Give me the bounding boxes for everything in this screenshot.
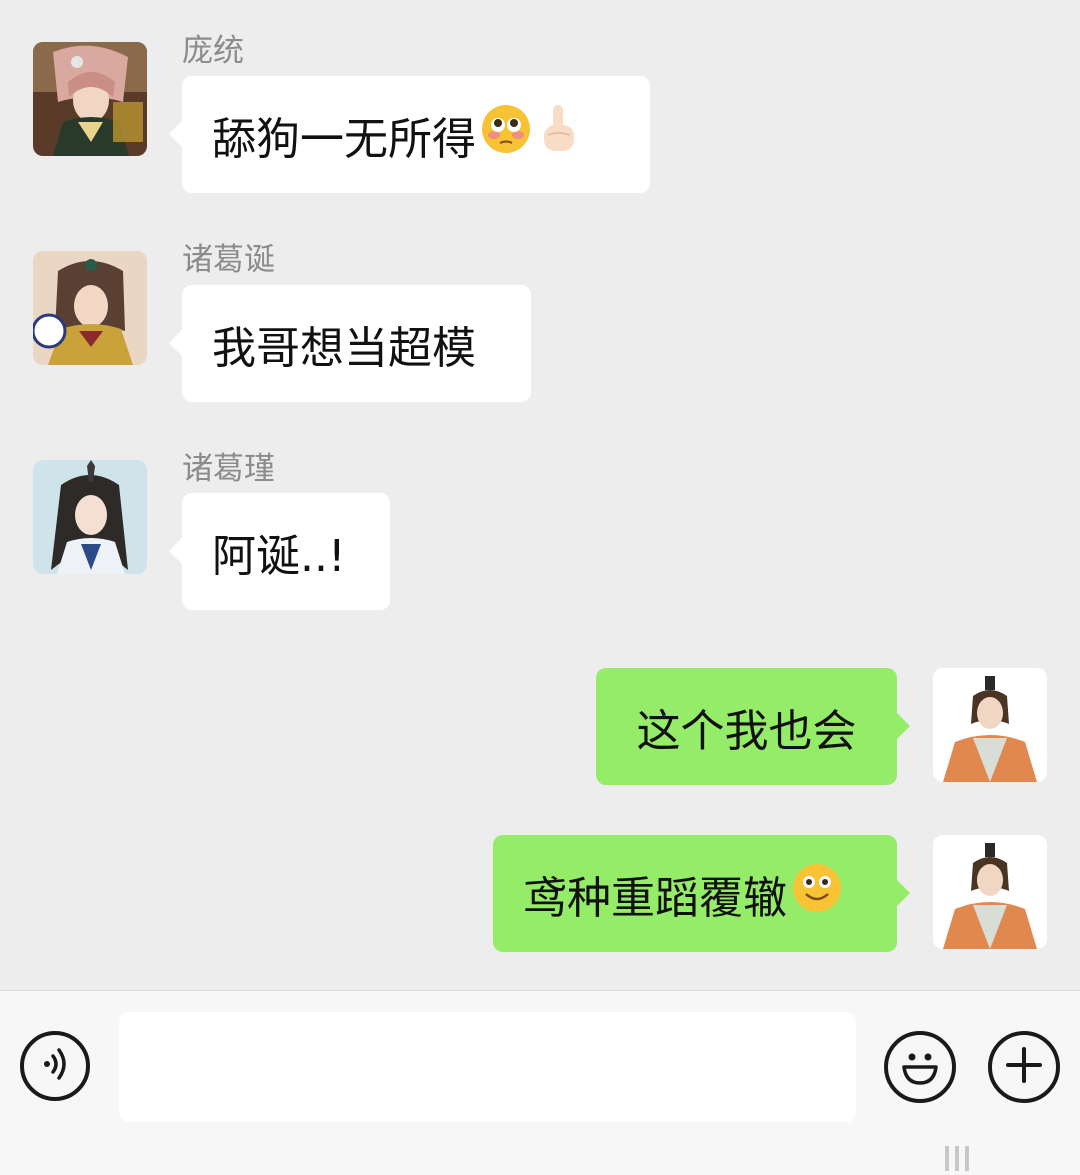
message-bubble[interactable]: 我哥想当超模 [169, 285, 531, 402]
emoji-button[interactable] [884, 1031, 956, 1103]
voice-button[interactable] [20, 1031, 90, 1101]
message-text: 鸢种重蹈覆辙 [523, 872, 787, 924]
pointing-up-hand-icon [536, 103, 582, 166]
voice-input-icon [35, 1044, 75, 1088]
message-bubble[interactable]: 鸢种重蹈覆辙 [493, 835, 910, 952]
message-text: 我哥想当超模 [212, 322, 476, 374]
sender-name: 庞统 [182, 33, 244, 69]
add-button[interactable] [988, 1031, 1060, 1103]
message-text: 舔狗一无所得 [212, 113, 476, 165]
sender-avatar[interactable] [33, 42, 147, 156]
message-bubble[interactable]: 舔狗一无所得 [169, 76, 650, 193]
message-bubble[interactable]: 阿诞..! [169, 493, 390, 610]
message-input[interactable] [119, 1012, 856, 1122]
self-avatar[interactable] [933, 835, 1047, 949]
message-text: 这个我也会 [636, 705, 857, 757]
sender-avatar[interactable] [33, 251, 147, 365]
emoji-smile-icon [898, 1043, 942, 1091]
smiling-face-icon [791, 862, 843, 925]
plus-icon [1002, 1043, 1046, 1091]
sender-name: 诸葛瑾 [182, 451, 275, 487]
sender-name: 诸葛诞 [182, 242, 275, 278]
resize-grip-icon [945, 1146, 969, 1171]
flushed-face-icon [480, 103, 532, 166]
sender-avatar[interactable] [33, 460, 147, 574]
self-avatar[interactable] [933, 668, 1047, 782]
message-text: 阿诞..! [212, 530, 346, 582]
input-bar [0, 990, 1080, 1175]
message-bubble[interactable]: 这个我也会 [596, 668, 910, 785]
chat-area[interactable]: 庞统 舔狗一无所得 诸葛诞 我哥想当超模 诸葛瑾 阿诞..! 这个我也会 鸢种重… [0, 0, 1080, 990]
